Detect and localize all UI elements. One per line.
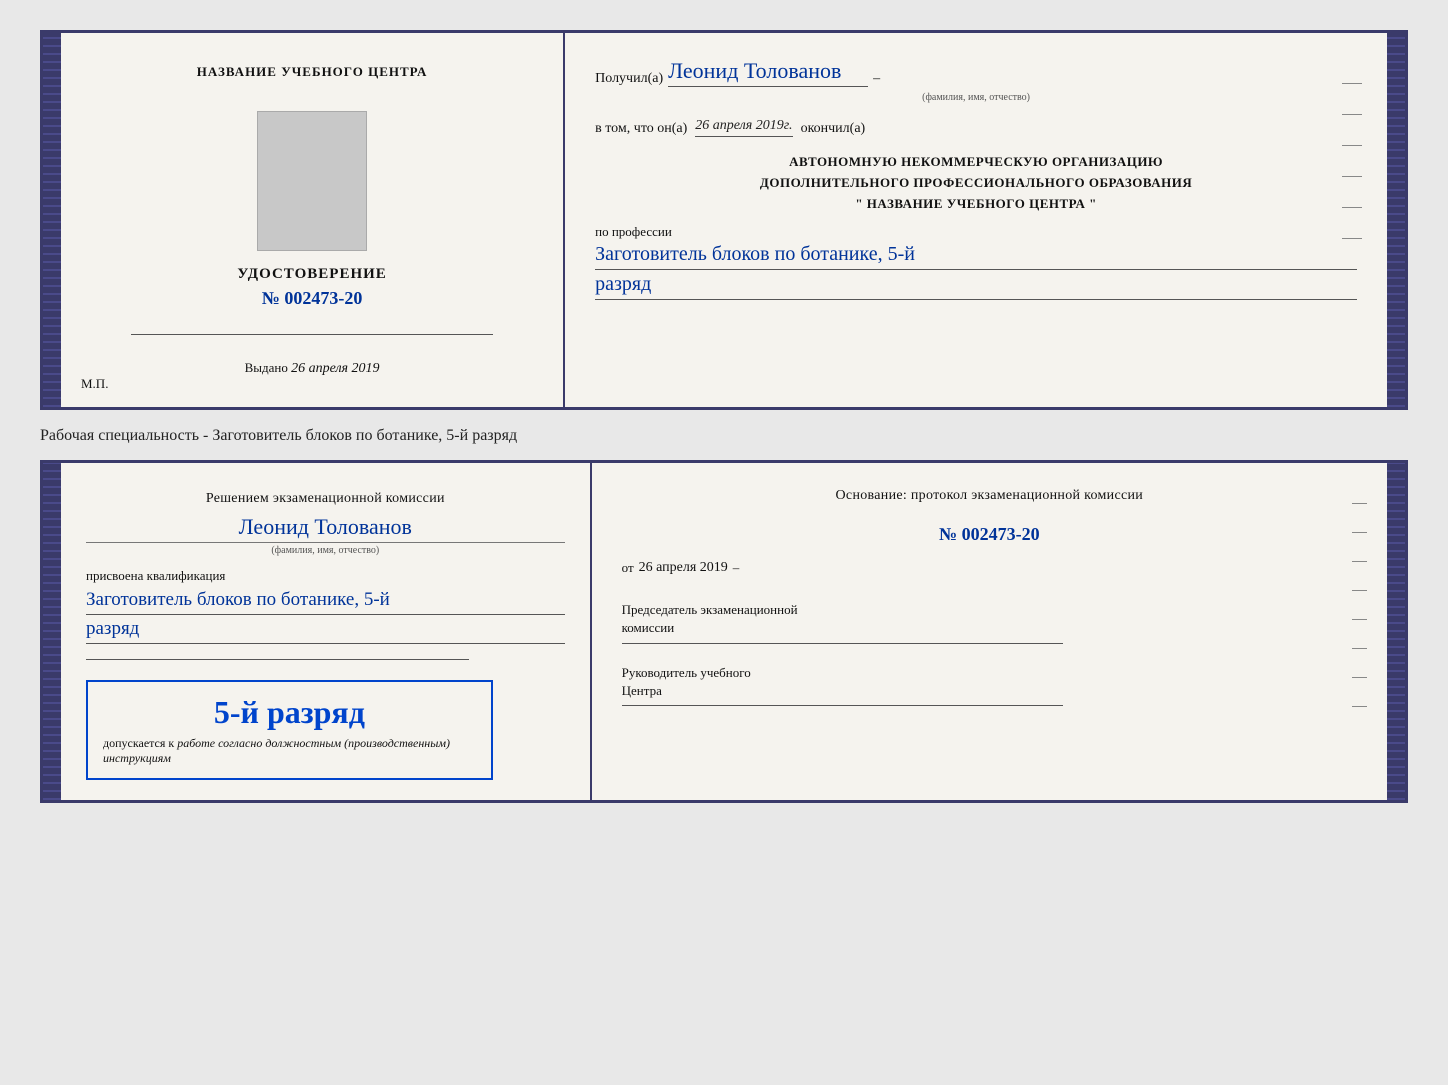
qual-spine-right xyxy=(1387,463,1405,800)
qual-spine-left xyxy=(43,463,61,800)
deco-sm-4 xyxy=(1352,590,1367,591)
deco-line-5 xyxy=(1342,207,1362,208)
poluchil-prefix: Получил(а) xyxy=(595,71,663,87)
vtom-date: 26 апреля 2019г. xyxy=(695,118,792,137)
poluchil-name: Леонид Толованов xyxy=(668,58,868,87)
udostoverenie-number: № 002473-20 xyxy=(262,288,363,309)
photo-placeholder xyxy=(257,111,367,251)
ot-prefix: от xyxy=(622,560,634,576)
top-certificate: НАЗВАНИЕ УЧЕБНОГО ЦЕНТРА УДОСТОВЕРЕНИЕ №… xyxy=(40,30,1408,410)
qualification-book: Решением экзаменационной комиссии Леонид… xyxy=(40,460,1408,803)
protocol-number: № 002473-20 xyxy=(622,524,1357,545)
rukovoditel-line2: Центра xyxy=(622,683,662,698)
cert-spine-left xyxy=(43,33,61,407)
qual-left-page: Решением экзаменационной комиссии Леонид… xyxy=(61,463,592,800)
rukovoditel-label: Руководитель учебного Центра xyxy=(622,664,1357,700)
deco-line-6 xyxy=(1342,238,1362,239)
komisii-name: Леонид Толованов xyxy=(86,514,565,540)
deco-sm-8 xyxy=(1352,706,1367,707)
predsedatel-line1: Председатель экзаменационной xyxy=(622,602,798,617)
avtonomnuyu-block: АВТОНОМНУЮ НЕКОММЕРЧЕСКУЮ ОРГАНИЗАЦИЮ ДО… xyxy=(595,152,1357,214)
cert-center-title: НАЗВАНИЕ УЧЕБНОГО ЦЕНТРА xyxy=(197,63,428,81)
deco-sm-1 xyxy=(1352,503,1367,504)
deco-sm-2 xyxy=(1352,532,1367,533)
deco-sm-5 xyxy=(1352,619,1367,620)
vydano-row: Выдано 26 апреля 2019 xyxy=(245,360,380,377)
sign-line xyxy=(131,334,493,335)
rukovoditel-sign-line xyxy=(622,705,1063,706)
ot-date: 26 апреля 2019 xyxy=(639,560,728,576)
predsedatel-sign-line xyxy=(622,643,1063,644)
cert-left-page: НАЗВАНИЕ УЧЕБНОГО ЦЕНТРА УДОСТОВЕРЕНИЕ №… xyxy=(61,33,565,407)
qual-sign-line xyxy=(86,659,469,660)
document-container: НАЗВАНИЕ УЧЕБНОГО ЦЕНТРА УДОСТОВЕРЕНИЕ №… xyxy=(20,20,1428,813)
professiya-value: Заготовитель блоков по ботанике, 5-й xyxy=(595,243,1357,270)
qual-razryad: разряд xyxy=(86,618,565,644)
avt-line3: " НАЗВАНИЕ УЧЕБНОГО ЦЕНТРА " xyxy=(855,196,1096,211)
cert-right-page: Получил(а) Леонид Толованов – (фамилия, … xyxy=(565,33,1387,407)
vydano-label: Выдано xyxy=(245,360,288,375)
fio-sub-bottom: (фамилия, имя, отчество) xyxy=(86,542,565,556)
deco-sm-6 xyxy=(1352,648,1367,649)
right-deco-lines xyxy=(1342,83,1362,239)
razryad-value: разряд xyxy=(595,273,1357,300)
ot-date-row: от 26 апреля 2019 – xyxy=(622,560,1357,576)
dash-decor: – xyxy=(873,71,880,87)
deco-sm-3 xyxy=(1352,561,1367,562)
rank-box: 5-й разряд допускается к работе согласно… xyxy=(86,680,493,780)
rank-number: 5-й разряд xyxy=(103,694,476,731)
fio-label-top: (фамилия, имя, отчество) xyxy=(595,92,1357,103)
poluchil-row: Получил(а) Леонид Толованов – xyxy=(595,58,1357,87)
dopuskaetsya-prefix: допускается к xyxy=(103,736,174,750)
predsedatel-line2: комиссии xyxy=(622,620,675,635)
deco-line-3 xyxy=(1342,145,1362,146)
qual-right-page: Основание: протокол экзаменационной коми… xyxy=(592,463,1387,800)
rukovoditel-line1: Руководитель учебного xyxy=(622,665,751,680)
prisvoena-text: присвоена квалификация xyxy=(86,568,565,584)
vydano-date: 26 апреля 2019 xyxy=(291,361,379,376)
resheniem-text: Решением экзаменационной комиссии xyxy=(86,488,565,509)
specialty-text: Рабочая специальность - Заготовитель бло… xyxy=(40,422,1408,450)
cert-spine-right xyxy=(1387,33,1405,407)
dopuskaetsya-text: допускается к работе согласно должностны… xyxy=(103,736,476,766)
deco-line-2 xyxy=(1342,114,1362,115)
predsedatel-label: Председатель экзаменационной комиссии xyxy=(622,601,1357,637)
deco-line-1 xyxy=(1342,83,1362,84)
vtom-row: в том, что он(а) 26 апреля 2019г. окончи… xyxy=(595,118,1357,137)
avt-line1: АВТОНОМНУЮ НЕКОММЕРЧЕСКУЮ ОРГАНИЗАЦИЮ xyxy=(789,154,1163,169)
dash-right: – xyxy=(733,560,740,576)
right-deco-bottom xyxy=(1352,503,1367,707)
qual-profession: Заготовитель блоков по ботанике, 5-й xyxy=(86,589,565,615)
po-professii-label: по профессии xyxy=(595,224,1357,240)
vtom-prefix: в том, что он(а) xyxy=(595,121,687,137)
osnovanie-title: Основание: протокол экзаменационной коми… xyxy=(622,488,1357,504)
deco-line-4 xyxy=(1342,176,1362,177)
deco-sm-7 xyxy=(1352,677,1367,678)
mp-label: М.П. xyxy=(81,376,108,392)
avt-line2: ДОПОЛНИТЕЛЬНОГО ПРОФЕССИОНАЛЬНОГО ОБРАЗО… xyxy=(760,175,1192,190)
udostoverenie-title: УДОСТОВЕРЕНИЕ xyxy=(237,266,387,283)
okoncil-text: окончил(а) xyxy=(801,121,866,137)
